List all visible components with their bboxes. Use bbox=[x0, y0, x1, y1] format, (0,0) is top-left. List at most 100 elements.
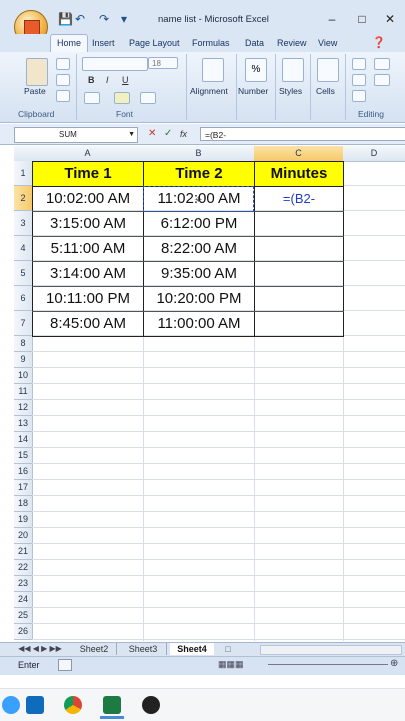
column-header-d[interactable]: D bbox=[343, 146, 405, 162]
row-header-15[interactable]: 15 bbox=[14, 448, 33, 464]
fill-color-icon[interactable] bbox=[114, 92, 130, 104]
sheet-nav-arrows-icon[interactable]: ◀◀ ◀ ▶ ▶▶ bbox=[16, 643, 64, 655]
row-header-11[interactable]: 11 bbox=[14, 384, 33, 400]
sheet-tab-sheet2[interactable]: Sheet2 bbox=[72, 643, 117, 655]
font-color-icon[interactable] bbox=[140, 92, 156, 104]
tab-data[interactable]: Data bbox=[245, 38, 264, 48]
row-header-12[interactable]: 12 bbox=[14, 400, 33, 416]
row-header-13[interactable]: 13 bbox=[14, 416, 33, 432]
minimize-button[interactable]: – bbox=[325, 12, 339, 26]
cell-a1[interactable]: Time 1 bbox=[33, 162, 143, 186]
row-header-5[interactable]: 5 bbox=[14, 261, 33, 286]
clear-icon[interactable] bbox=[352, 90, 366, 102]
macro-record-icon[interactable] bbox=[58, 659, 72, 671]
alignment-icon[interactable] bbox=[202, 58, 224, 82]
redo-icon[interactable]: ↷ bbox=[98, 13, 110, 25]
row-header-3[interactable]: 3 bbox=[14, 211, 33, 236]
insert-sheet-icon[interactable]: □ bbox=[218, 643, 238, 655]
borders-icon[interactable] bbox=[84, 92, 100, 104]
customize-toolbar-icon[interactable]: ▾ bbox=[118, 13, 130, 25]
cell-b7[interactable]: 11:00:00 AM bbox=[144, 312, 254, 336]
zoom-in-icon[interactable]: ⊕ bbox=[390, 658, 398, 669]
row-header-25[interactable]: 25 bbox=[14, 608, 33, 624]
row-header-22[interactable]: 22 bbox=[14, 560, 33, 576]
save-icon[interactable]: 💾 bbox=[58, 13, 73, 25]
format-painter-icon[interactable] bbox=[56, 90, 70, 102]
cell-a3[interactable]: 3:15:00 AM bbox=[33, 212, 143, 236]
row-header-1[interactable]: 1 bbox=[14, 161, 33, 186]
column-header-a[interactable]: A bbox=[32, 146, 144, 162]
tab-insert[interactable]: Insert bbox=[92, 38, 115, 48]
confirm-entry-icon[interactable]: ✓ bbox=[164, 127, 172, 141]
styles-icon[interactable] bbox=[282, 58, 304, 82]
insert-function-button[interactable]: fx bbox=[180, 127, 187, 141]
cell-a2[interactable]: 10:02:00 AM bbox=[33, 187, 143, 211]
name-box[interactable]: SUM ▼ bbox=[14, 127, 138, 143]
percent-icon[interactable]: % bbox=[245, 58, 267, 82]
cells-button[interactable]: Cells bbox=[316, 86, 335, 96]
font-name-dropdown[interactable] bbox=[82, 57, 148, 71]
row-header-2[interactable]: 2 bbox=[14, 186, 33, 211]
copy-icon[interactable] bbox=[56, 74, 70, 86]
horizontal-scrollbar[interactable] bbox=[260, 645, 402, 655]
row-header-7[interactable]: 7 bbox=[14, 311, 33, 336]
sort-filter-icon[interactable] bbox=[374, 58, 390, 70]
row-header-26[interactable]: 26 bbox=[14, 624, 33, 640]
zoom-slider[interactable] bbox=[268, 664, 388, 665]
cell-b1[interactable]: Time 2 bbox=[144, 162, 254, 186]
number-button[interactable]: Number bbox=[238, 86, 268, 96]
column-header-c[interactable]: C bbox=[254, 146, 344, 162]
sheet-tab-sheet3[interactable]: Sheet3 bbox=[120, 643, 167, 655]
cell-b6[interactable]: 10:20:00 PM bbox=[144, 287, 254, 311]
cell-a7[interactable]: 8:45:00 AM bbox=[33, 312, 143, 336]
bold-button[interactable]: B bbox=[88, 75, 95, 85]
row-header-14[interactable]: 14 bbox=[14, 432, 33, 448]
cell-b4[interactable]: 8:22:00 AM bbox=[144, 237, 254, 261]
help-icon[interactable]: ❓ bbox=[372, 36, 386, 49]
row-header-10[interactable]: 10 bbox=[14, 368, 33, 384]
cell-a5[interactable]: 3:14:00 AM bbox=[33, 262, 143, 286]
cell-a6[interactable]: 10:11:00 PM bbox=[33, 287, 143, 311]
font-size-dropdown[interactable]: 18 bbox=[148, 57, 178, 69]
autosum-icon[interactable] bbox=[352, 58, 366, 70]
cell-c1[interactable]: Minutes bbox=[255, 162, 343, 186]
underline-button[interactable]: U bbox=[122, 75, 129, 85]
italic-button[interactable]: I bbox=[106, 75, 109, 85]
find-select-icon[interactable] bbox=[374, 74, 390, 86]
tab-formulas[interactable]: Formulas bbox=[192, 38, 230, 48]
cell-b5[interactable]: 9:35:00 AM bbox=[144, 262, 254, 286]
tab-page-layout[interactable]: Page Layout bbox=[129, 38, 180, 48]
undo-icon[interactable]: ↶ bbox=[74, 13, 86, 25]
tab-review[interactable]: Review bbox=[277, 38, 307, 48]
row-header-21[interactable]: 21 bbox=[14, 544, 33, 560]
alignment-button[interactable]: Alignment bbox=[190, 86, 228, 96]
cells-icon[interactable] bbox=[317, 58, 339, 82]
column-header-b[interactable]: B bbox=[143, 146, 255, 162]
name-box-dropdown-icon[interactable]: ▼ bbox=[128, 128, 135, 142]
select-all-corner[interactable] bbox=[14, 146, 33, 162]
tab-home[interactable]: Home bbox=[50, 34, 88, 53]
taskbar-chrome-icon[interactable] bbox=[64, 696, 82, 714]
cell-b3[interactable]: 6:12:00 PM bbox=[144, 212, 254, 236]
taskbar-app-icon[interactable] bbox=[142, 696, 160, 714]
row-header-16[interactable]: 16 bbox=[14, 464, 33, 480]
row-header-19[interactable]: 19 bbox=[14, 512, 33, 528]
row-header-4[interactable]: 4 bbox=[14, 236, 33, 261]
row-header-17[interactable]: 17 bbox=[14, 480, 33, 496]
maximize-button[interactable]: □ bbox=[355, 12, 369, 26]
close-button[interactable]: ✕ bbox=[383, 12, 397, 26]
row-header-6[interactable]: 6 bbox=[14, 286, 33, 311]
cut-icon[interactable] bbox=[56, 58, 70, 70]
view-buttons-icon[interactable]: ▦▦▦ bbox=[218, 659, 258, 670]
cell-a4[interactable]: 5:11:00 AM bbox=[33, 237, 143, 261]
taskbar-mail-icon[interactable] bbox=[26, 696, 44, 714]
taskbar-edge-icon[interactable] bbox=[2, 696, 20, 714]
row-header-20[interactable]: 20 bbox=[14, 528, 33, 544]
taskbar-excel-icon[interactable] bbox=[103, 696, 121, 714]
row-header-24[interactable]: 24 bbox=[14, 592, 33, 608]
sheet-tab-sheet4[interactable]: Sheet4 bbox=[170, 643, 214, 655]
paste-button[interactable]: Paste bbox=[24, 86, 46, 96]
paste-icon[interactable] bbox=[26, 58, 48, 86]
tab-view[interactable]: View bbox=[318, 38, 337, 48]
row-header-9[interactable]: 9 bbox=[14, 352, 33, 368]
